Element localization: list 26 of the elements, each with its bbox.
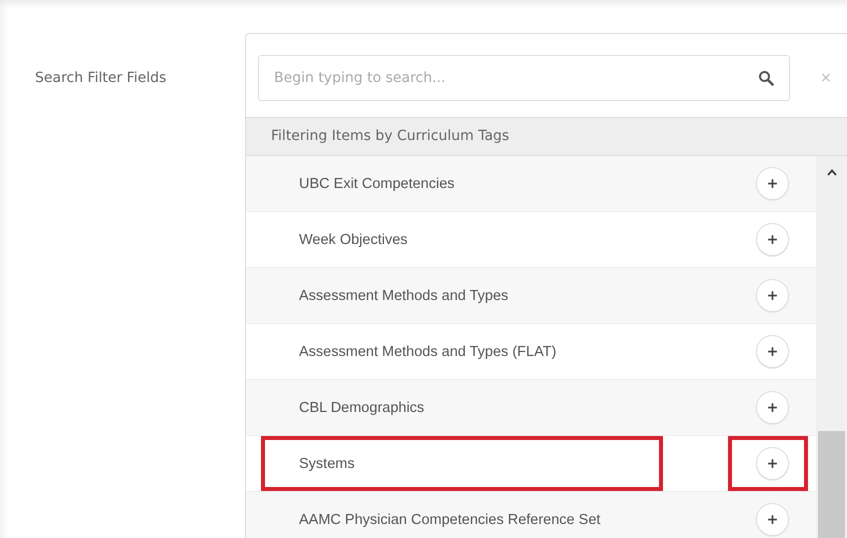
item-label: Week Objectives xyxy=(299,232,408,248)
item-label: Assessment Methods and Types xyxy=(299,288,508,304)
add-button[interactable]: + xyxy=(756,223,789,256)
search-field[interactable]: Begin typing to search... xyxy=(258,55,790,101)
item-label: Assessment Methods and Types (FLAT) xyxy=(299,344,556,360)
list-item[interactable]: CBL Demographics + xyxy=(246,380,816,436)
add-button[interactable]: + xyxy=(756,167,789,200)
add-button[interactable]: + xyxy=(756,503,789,536)
filter-label: Search Filter Fields xyxy=(35,70,166,86)
item-label: AAMC Physician Competencies Reference Set xyxy=(299,512,600,528)
item-label: UBC Exit Competencies xyxy=(299,176,455,192)
search-icon xyxy=(758,70,774,86)
scrollbar-thumb[interactable] xyxy=(818,431,845,538)
add-button[interactable]: + xyxy=(756,391,789,424)
add-button[interactable]: + xyxy=(756,447,789,480)
add-button[interactable]: + xyxy=(756,279,789,312)
scrollbar[interactable] xyxy=(816,156,847,538)
list-item[interactable]: UBC Exit Competencies + xyxy=(246,156,816,212)
group-header: Filtering Items by Curriculum Tags xyxy=(246,117,847,156)
list-item[interactable]: AAMC Physician Competencies Reference Set + xyxy=(246,492,816,538)
item-label: Systems xyxy=(299,456,355,472)
list-item[interactable]: Assessment Methods and Types + xyxy=(246,268,816,324)
add-button[interactable]: + xyxy=(756,335,789,368)
list-item[interactable]: Systems + xyxy=(246,436,816,492)
item-label: CBL Demographics xyxy=(299,400,424,416)
scroll-up-icon[interactable] xyxy=(826,168,838,176)
